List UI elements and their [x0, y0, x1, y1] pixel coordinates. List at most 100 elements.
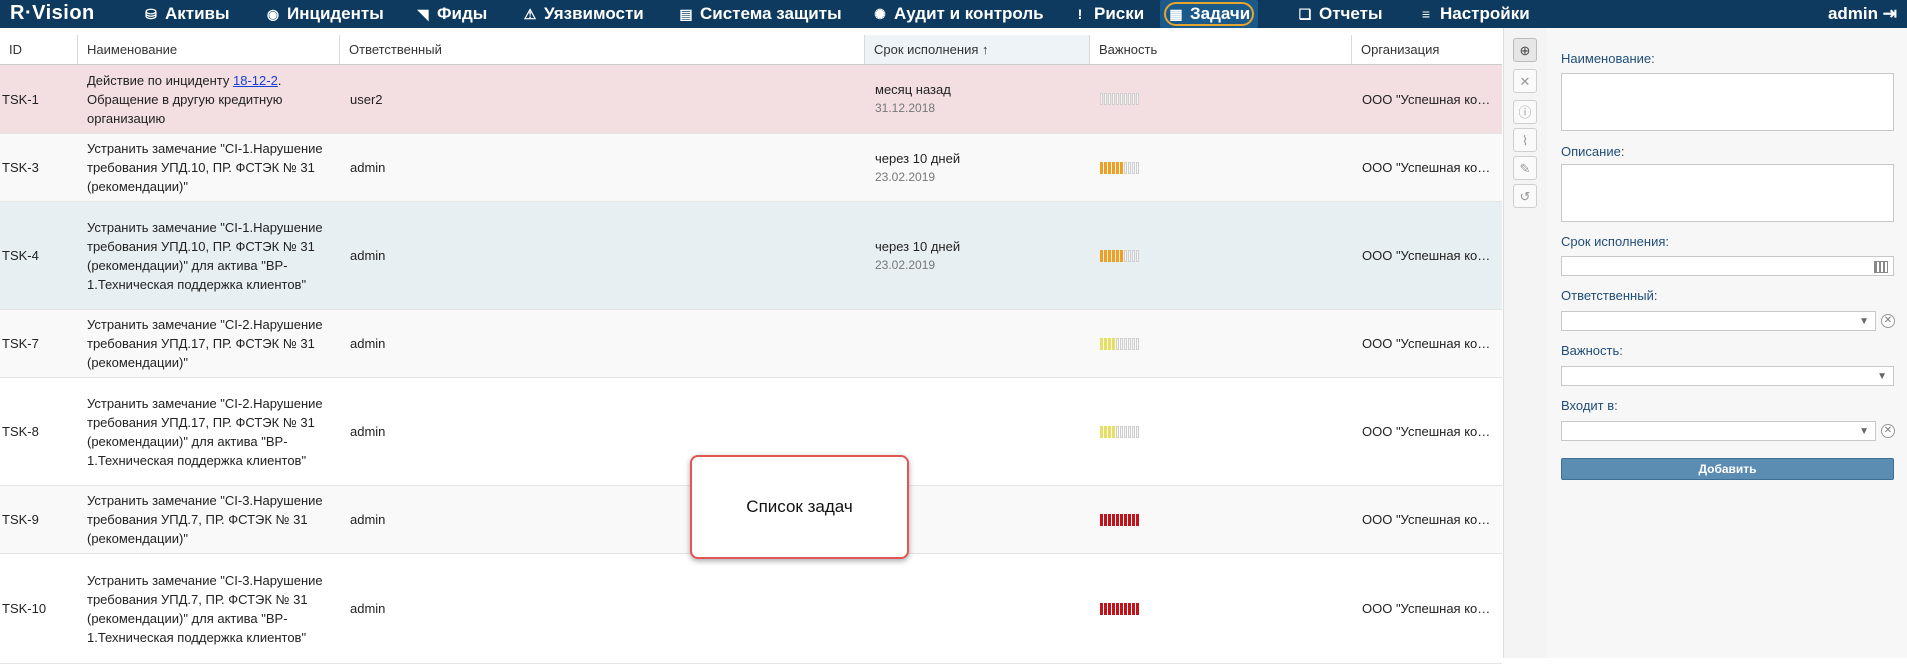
add-button[interactable]: Добавить: [1561, 458, 1894, 480]
importance-indicator: [1100, 554, 1220, 663]
column-header-importance[interactable]: Важность: [1090, 35, 1352, 64]
history-icon[interactable]: ↺: [1513, 184, 1537, 208]
importance-bar-segment: [1128, 249, 1131, 262]
task-name-text: Устранить замечание "CI-1.Нарушение треб…: [87, 219, 323, 292]
nav-risks[interactable]: ! Риски: [1072, 0, 1145, 28]
importance-bar-segment: [1108, 425, 1111, 438]
organization-text: ООО "Успешная компания": [1362, 91, 1497, 107]
attachment-icon[interactable]: ⌇: [1513, 128, 1537, 152]
column-header-id[interactable]: ID: [0, 35, 78, 64]
task-id: TSK-3: [2, 160, 39, 175]
importance-bar-segment: [1116, 425, 1119, 438]
incident-link[interactable]: 18-12-2: [233, 73, 278, 88]
importance-bar-segment: [1136, 513, 1139, 526]
comment-icon[interactable]: ✎: [1513, 156, 1537, 180]
due-date-field[interactable]: [1561, 256, 1894, 276]
column-header-due-date[interactable]: Срок исполнения ↑: [865, 35, 1090, 64]
responsible-select[interactable]: ▼: [1561, 311, 1876, 331]
importance-bar-segment: [1116, 513, 1119, 526]
chevron-down-icon[interactable]: ▼: [1859, 316, 1869, 327]
responsible: admin: [350, 512, 386, 527]
new-task-form: Наименование: Описание: Срок исполнения:…: [1546, 28, 1907, 658]
task-id: TSK-7: [2, 336, 39, 351]
parent-select[interactable]: ▼: [1561, 421, 1876, 441]
task-id: TSK-8: [2, 424, 39, 439]
chevron-down-icon[interactable]: ▼: [1859, 426, 1869, 437]
clear-icon[interactable]: ✕: [1881, 314, 1895, 328]
calendar-icon[interactable]: [1874, 261, 1888, 273]
nav-label: Активы: [165, 4, 230, 23]
importance-bar-segment: [1112, 337, 1115, 350]
description-label: Описание:: [1561, 144, 1625, 159]
importance-bar-segment: [1104, 337, 1107, 350]
nav-label: Риски: [1094, 4, 1145, 23]
nav-incidents[interactable]: ◉ Инциденты: [265, 0, 384, 28]
table-row[interactable]: TSK-4 Устранить замечание "CI-1.Нарушение…: [0, 202, 1502, 310]
importance-bar-segment: [1104, 425, 1107, 438]
organization: ООО "Успешная компания": [1362, 310, 1497, 377]
nav-label: Аудит и контроль: [894, 4, 1044, 23]
importance-bar-segment: [1104, 513, 1107, 526]
organization-text: ООО "Успешная компания": [1362, 336, 1497, 351]
table-row[interactable]: TSK-3 Устранить замечание "CI-1.Нарушение…: [0, 134, 1502, 202]
responsible: admin: [350, 601, 386, 616]
responsible: admin: [350, 160, 386, 175]
table-row[interactable]: TSK-10 Устранить замечание "CI-3.Нарушени…: [0, 554, 1502, 664]
importance-bar-segment: [1132, 425, 1135, 438]
importance-bar-segment: [1104, 93, 1107, 105]
importance-bar-segment: [1128, 161, 1131, 174]
description-field[interactable]: [1561, 164, 1894, 222]
warning-icon: ⚠: [523, 6, 537, 22]
column-header-responsible[interactable]: Ответственный: [340, 35, 865, 64]
table-row[interactable]: TSK-7 Устранить замечание "CI-2.Нарушение…: [0, 310, 1502, 378]
chevron-down-icon[interactable]: ▼: [1877, 371, 1887, 382]
nav-vulns[interactable]: ⚠ Уязвимости: [522, 0, 644, 28]
close-icon[interactable]: ✕: [1513, 69, 1537, 93]
organization-text: ООО "Успешная компания": [1362, 512, 1497, 527]
importance-bar-segment: [1128, 93, 1131, 105]
importance-indicator: [1100, 486, 1220, 553]
nav-tasks[interactable]: ▦ Задачи: [1160, 0, 1259, 28]
importance-bar-segment: [1112, 425, 1115, 438]
logo[interactable]: R·Vision: [10, 2, 95, 25]
clear-icon[interactable]: ✕: [1881, 424, 1895, 438]
info-icon[interactable]: ⓘ: [1513, 100, 1537, 124]
organization-text: ООО "Успешная компания": [1362, 160, 1497, 175]
due-date: через 10 дней 23.02.2019: [875, 202, 1075, 309]
name-field[interactable]: [1561, 73, 1894, 131]
organization: ООО "Успешная компания": [1362, 134, 1497, 201]
nav-label: Настройки: [1440, 4, 1530, 23]
column-header-name[interactable]: Наименование: [78, 35, 340, 64]
importance-indicator: [1100, 310, 1220, 377]
importance-bar-segment: [1108, 513, 1111, 526]
nav-label: Инциденты: [287, 4, 384, 23]
importance-indicator: [1100, 65, 1220, 133]
nav-reports[interactable]: ❏ Отчеты: [1297, 0, 1383, 28]
importance-indicator: [1100, 202, 1220, 309]
table-row[interactable]: TSK-1 Действие по инциденту 18-12-2. Обра…: [0, 65, 1502, 134]
add-icon[interactable]: ⊕: [1513, 38, 1537, 62]
due-date-label: Срок исполнения:: [1561, 234, 1669, 249]
nav-settings[interactable]: ≡ Настройки: [1418, 0, 1530, 28]
due-date: через 10 дней 23.02.2019: [875, 134, 1075, 201]
importance-bar-segment: [1108, 93, 1111, 105]
active-highlight: [1164, 2, 1255, 26]
responsible: admin: [350, 424, 386, 439]
nav-assets[interactable]: ⛁ Активы: [143, 0, 230, 28]
user-menu[interactable]: admin ⇥: [1828, 0, 1897, 28]
importance-bar-segment: [1136, 602, 1139, 615]
nav-protection[interactable]: ▤ Система защиты: [678, 0, 841, 28]
nav-audit[interactable]: ✺ Аудит и контроль: [872, 0, 1044, 28]
header-divider: [0, 64, 1502, 65]
organization: ООО "Успешная компания": [1362, 486, 1497, 553]
organization: ООО "Успешная компания": [1362, 202, 1497, 309]
importance-bar-segment: [1100, 161, 1103, 174]
importance-bar-segment: [1116, 93, 1119, 105]
nav-feeds[interactable]: ◥ Фиды: [415, 0, 488, 28]
importance-select[interactable]: ▼: [1561, 366, 1894, 386]
task-name: Устранить замечание "CI-2.Нарушение треб…: [87, 378, 337, 485]
logout-icon[interactable]: ⇥: [1883, 4, 1897, 23]
importance-bar-segment: [1116, 337, 1119, 350]
column-header-organization[interactable]: Организация: [1352, 35, 1502, 64]
importance-bar-segment: [1108, 602, 1111, 615]
